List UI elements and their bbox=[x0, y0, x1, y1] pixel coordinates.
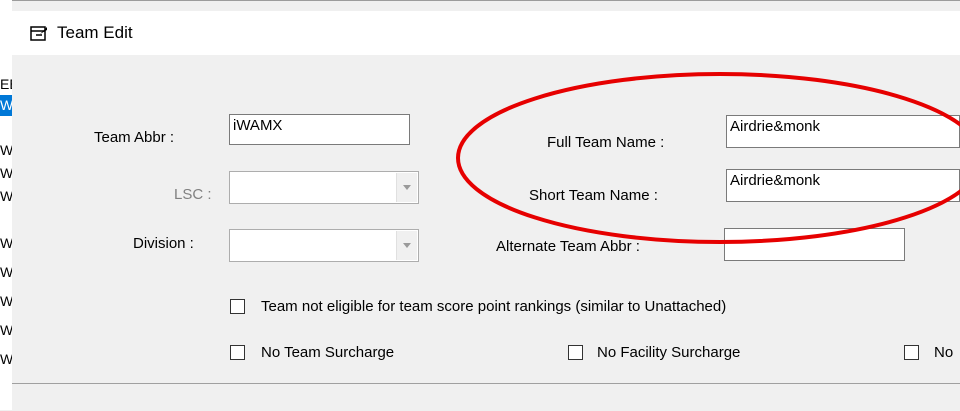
chevron-down-icon[interactable] bbox=[396, 173, 417, 202]
lsc-select[interactable] bbox=[229, 171, 419, 204]
list-item[interactable]: WC bbox=[0, 262, 12, 283]
alternate-team-abbr-label: Alternate Team Abbr : bbox=[496, 238, 640, 255]
team-abbr-input[interactable]: iWAMX bbox=[229, 114, 410, 145]
lsc-label: LSC : bbox=[174, 186, 212, 203]
list-item[interactable]: WD bbox=[0, 320, 12, 341]
list-item[interactable]: WA bbox=[0, 140, 12, 161]
team-abbr-label: Team Abbr : bbox=[94, 129, 175, 146]
no-third-label: No bbox=[934, 344, 954, 361]
dialog-title: Team Edit bbox=[57, 23, 133, 42]
list-item[interactable]: WE bbox=[0, 186, 12, 207]
full-team-name-input[interactable]: Airdrie&monk bbox=[726, 115, 960, 148]
edit-window-icon bbox=[30, 26, 47, 41]
not-eligible-checkbox[interactable] bbox=[230, 299, 245, 314]
division-label: Division : bbox=[133, 235, 194, 252]
no-team-surcharge-label: No Team Surcharge bbox=[261, 344, 395, 361]
alternate-team-abbr-input[interactable] bbox=[724, 228, 905, 261]
division-select[interactable] bbox=[229, 229, 419, 262]
no-team-surcharge-checkbox[interactable] bbox=[230, 345, 245, 360]
list-item[interactable]: WE bbox=[0, 349, 12, 370]
short-team-name-input[interactable]: Airdrie&monk bbox=[726, 169, 960, 202]
title-bar[interactable]: Team Edit bbox=[12, 11, 960, 55]
not-eligible-label: Team not eligible for team score point r… bbox=[261, 298, 727, 315]
no-facility-surcharge-checkbox[interactable] bbox=[568, 345, 583, 360]
list-item[interactable]: WC bbox=[0, 233, 12, 254]
list-item[interactable]: WE bbox=[0, 163, 12, 184]
full-team-name-label: Full Team Name : bbox=[547, 134, 665, 151]
divider bbox=[12, 383, 960, 384]
list-item[interactable]: EB bbox=[0, 74, 12, 95]
no-facility-surcharge-label: No Facility Surcharge bbox=[597, 344, 741, 361]
list-item[interactable]: WD bbox=[0, 291, 12, 312]
team-edit-dialog: Team Edit Team Abbr : iWAMX LSC : Divisi… bbox=[12, 0, 960, 411]
no-third-checkbox[interactable] bbox=[904, 345, 919, 360]
list-item[interactable]: WA bbox=[0, 95, 12, 116]
chevron-down-icon[interactable] bbox=[396, 231, 417, 260]
short-team-name-label: Short Team Name : bbox=[529, 187, 658, 204]
